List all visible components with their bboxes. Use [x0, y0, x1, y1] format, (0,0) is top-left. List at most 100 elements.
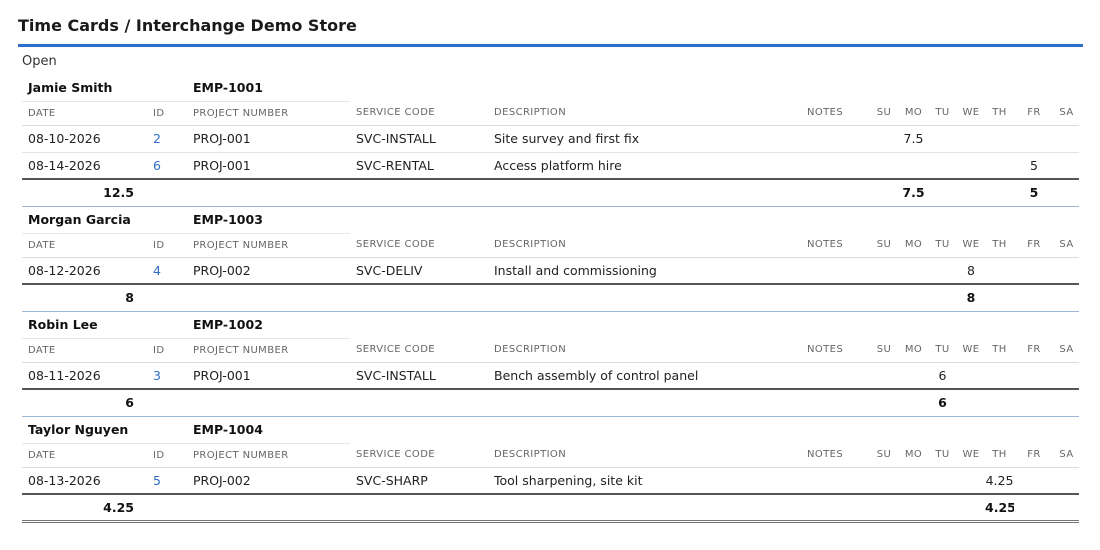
col-header-fr[interactable]: FR: [1014, 233, 1054, 258]
col-header-mo[interactable]: MO: [899, 101, 928, 126]
col-header-sa[interactable]: SA: [1054, 443, 1079, 468]
col-header-sa[interactable]: SA: [1054, 233, 1079, 258]
col-header-th[interactable]: TH: [985, 233, 1014, 258]
entry-description: Tool sharpening, site kit: [488, 467, 801, 495]
entry-id-link[interactable]: 3: [147, 362, 187, 390]
empty-cell: [1054, 206, 1079, 233]
col-header-tu[interactable]: TU: [928, 443, 957, 468]
col-header-service-code[interactable]: SERVICE CODE: [350, 338, 488, 363]
col-header-mo[interactable]: MO: [899, 233, 928, 258]
col-header-th[interactable]: TH: [985, 338, 1014, 363]
empty-cell: [957, 206, 985, 233]
entry-date: 08-12-2026: [22, 257, 147, 285]
col-header-id[interactable]: ID: [147, 338, 187, 363]
col-header-project-number[interactable]: PROJECT NUMBER: [187, 101, 350, 126]
col-header-su[interactable]: SU: [869, 338, 899, 363]
empty-cell: [1014, 74, 1054, 101]
total-hours-fr: 5: [1014, 179, 1054, 207]
col-header-date[interactable]: DATE: [22, 338, 147, 363]
employee-name: Taylor Nguyen: [22, 416, 147, 444]
col-header-su[interactable]: SU: [869, 101, 899, 126]
col-header-date[interactable]: DATE: [22, 101, 147, 126]
col-header-id[interactable]: ID: [147, 101, 187, 126]
total-hours: 8: [22, 284, 147, 312]
entry-hours-fr: 5: [1014, 152, 1054, 180]
entry-id-link[interactable]: 6: [147, 152, 187, 180]
entry-description: Site survey and first fix: [488, 125, 801, 153]
entry-hours-fr: [1014, 362, 1054, 390]
entry-hours-mo: [899, 257, 928, 285]
total-hours-mo: [899, 494, 928, 523]
col-header-th[interactable]: TH: [985, 101, 1014, 126]
col-header-notes[interactable]: NOTES: [801, 338, 869, 363]
total-hours-tu: [928, 179, 957, 207]
col-header-fr[interactable]: FR: [1014, 101, 1054, 126]
col-header-sa[interactable]: SA: [1054, 338, 1079, 363]
col-header-description[interactable]: DESCRIPTION: [488, 443, 801, 468]
total-hours-th: [985, 179, 1014, 207]
empty-cell: [147, 179, 187, 207]
entry-id-link[interactable]: 5: [147, 467, 187, 495]
col-header-description[interactable]: DESCRIPTION: [488, 101, 801, 126]
col-header-project-number[interactable]: PROJECT NUMBER: [187, 338, 350, 363]
col-header-description[interactable]: DESCRIPTION: [488, 338, 801, 363]
col-header-service-code[interactable]: SERVICE CODE: [350, 233, 488, 258]
col-header-notes[interactable]: NOTES: [801, 443, 869, 468]
col-header-mo[interactable]: MO: [899, 338, 928, 363]
col-header-sa[interactable]: SA: [1054, 101, 1079, 126]
entry-id-link[interactable]: 4: [147, 257, 187, 285]
entry-hours-th: 4.25: [985, 467, 1014, 495]
col-header-we[interactable]: WE: [957, 233, 985, 258]
col-header-th[interactable]: TH: [985, 443, 1014, 468]
col-header-tu[interactable]: TU: [928, 233, 957, 258]
empty-cell: [187, 179, 350, 207]
col-header-service-code[interactable]: SERVICE CODE: [350, 443, 488, 468]
col-header-description[interactable]: DESCRIPTION: [488, 233, 801, 258]
col-header-fr[interactable]: FR: [1014, 338, 1054, 363]
entry-description: Bench assembly of control panel: [488, 362, 801, 390]
entry-date: 08-13-2026: [22, 467, 147, 495]
col-header-id[interactable]: ID: [147, 233, 187, 258]
col-header-we[interactable]: WE: [957, 338, 985, 363]
col-header-notes[interactable]: NOTES: [801, 101, 869, 126]
entry-id-link[interactable]: 2: [147, 125, 187, 153]
entry-date: 08-11-2026: [22, 362, 147, 390]
col-header-id[interactable]: ID: [147, 443, 187, 468]
empty-cell: [187, 284, 350, 312]
entry-notes: [801, 362, 869, 390]
empty-cell: [350, 311, 488, 338]
entry-hours-fr: [1014, 125, 1054, 153]
total-hours-th: 4.25: [985, 494, 1014, 523]
empty-cell: [187, 389, 350, 417]
col-header-su[interactable]: SU: [869, 443, 899, 468]
col-header-date[interactable]: DATE: [22, 443, 147, 468]
empty-cell: [147, 389, 187, 417]
col-header-we[interactable]: WE: [957, 443, 985, 468]
total-hours-mo: 7.5: [899, 179, 928, 207]
entry-hours-su: [869, 467, 899, 495]
col-header-service-code[interactable]: SERVICE CODE: [350, 101, 488, 126]
total-hours-we: [957, 179, 985, 207]
empty-cell: [147, 284, 187, 312]
col-header-notes[interactable]: NOTES: [801, 233, 869, 258]
totals-row: 88: [22, 284, 1079, 312]
col-header-tu[interactable]: TU: [928, 338, 957, 363]
col-header-we[interactable]: WE: [957, 101, 985, 126]
entry-hours-th: [985, 152, 1014, 180]
col-header-mo[interactable]: MO: [899, 443, 928, 468]
empty-cell: [957, 416, 985, 443]
time-card-body: Jamie Smith EMP-1001 DATE ID PROJECT NUMBER S…: [22, 74, 1079, 523]
empty-cell: [985, 74, 1014, 101]
empty-cell: [985, 311, 1014, 338]
entry-project-number: PROJ-002: [187, 467, 350, 495]
col-header-date[interactable]: DATE: [22, 233, 147, 258]
empty-cell: [1054, 416, 1079, 443]
col-header-project-number[interactable]: PROJECT NUMBER: [187, 233, 350, 258]
employee-row: Robin Lee EMP-1002: [22, 311, 1079, 339]
col-header-project-number[interactable]: PROJECT NUMBER: [187, 443, 350, 468]
status-label: Open: [22, 54, 57, 69]
col-header-fr[interactable]: FR: [1014, 443, 1054, 468]
col-header-su[interactable]: SU: [869, 233, 899, 258]
empty-cell: [488, 311, 801, 338]
col-header-tu[interactable]: TU: [928, 101, 957, 126]
